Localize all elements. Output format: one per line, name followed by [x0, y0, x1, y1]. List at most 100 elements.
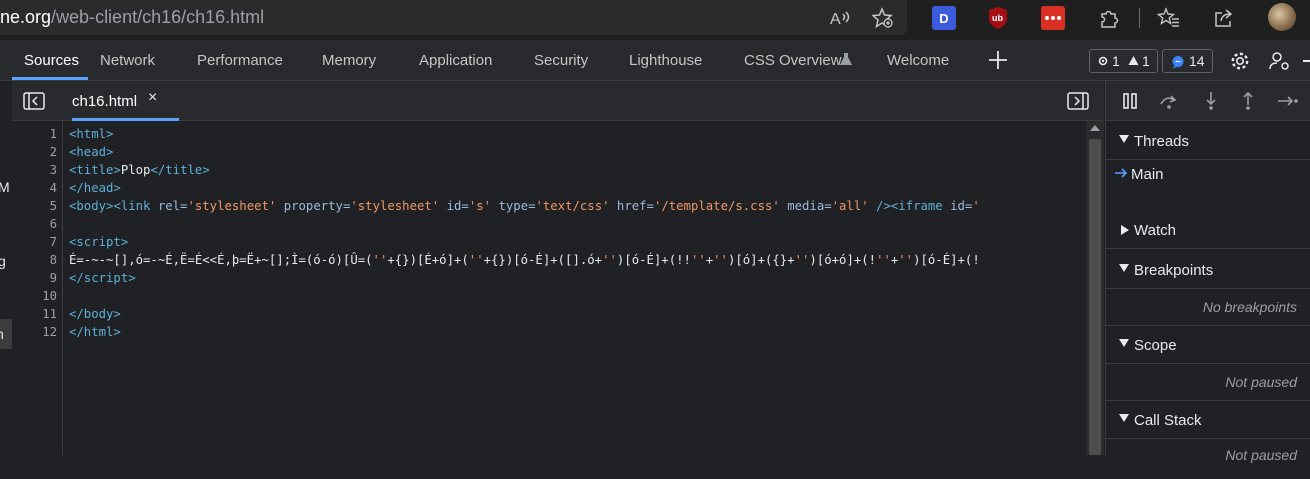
address-bar[interactable]: ne.org/web-client/ch16/ch16.html A [0, 0, 907, 35]
warning-count: 1 [1142, 53, 1150, 69]
message-count: 14 [1189, 53, 1205, 69]
code-line[interactable]: <head> [69, 145, 113, 159]
line-number[interactable]: 5 [50, 199, 57, 213]
file-tab-ch16[interactable]: ch16.html × [72, 81, 179, 120]
tab-security[interactable]: Security [534, 40, 588, 80]
code-token: 'all' [831, 199, 869, 213]
ublock-origin-icon[interactable]: ub [986, 6, 1010, 30]
empty-message: Not paused [1225, 374, 1297, 390]
step-over-icon[interactable] [1157, 89, 1181, 113]
more-tabs-plus-icon[interactable] [986, 48, 1010, 72]
tab-welcome[interactable]: Welcome [887, 40, 949, 80]
tab-css-overview[interactable]: CSS Overview [744, 40, 842, 80]
code-token: +{})[É+ó]+( [387, 253, 469, 267]
line-number[interactable]: 9 [50, 271, 57, 285]
code-token: media= [779, 199, 832, 213]
code-line[interactable]: <script> [69, 235, 128, 249]
tab-performance[interactable]: Performance [197, 40, 283, 80]
line-number[interactable]: 10 [42, 289, 57, 303]
line-number[interactable]: 11 [42, 307, 57, 321]
add-favorite-icon[interactable] [871, 6, 895, 30]
line-number[interactable]: 4 [50, 181, 57, 195]
code-line[interactable]: </body> [69, 307, 121, 321]
code-token: '' [898, 253, 914, 267]
threads-section-header[interactable]: Threads [1106, 122, 1310, 160]
pause-icon[interactable] [1118, 89, 1142, 113]
section-label: Breakpoints [1134, 262, 1214, 279]
code-token: <title> [69, 163, 121, 177]
navigator-item-text[interactable]: M [0, 179, 10, 195]
line-number[interactable]: 12 [42, 325, 57, 339]
extension-dots-icon[interactable] [1041, 6, 1065, 30]
navigator-item-text: h [0, 326, 4, 342]
step-into-icon[interactable] [1199, 89, 1223, 113]
empty-message: No breakpoints [1202, 299, 1297, 315]
line-number[interactable]: 2 [50, 145, 57, 159]
callstack-section-header[interactable]: Call Stack [1106, 401, 1310, 439]
code-line[interactable]: <html> [69, 127, 113, 141]
share-icon[interactable] [1212, 6, 1236, 30]
navigator-item-text[interactable]: g [0, 253, 6, 269]
code-token: <head> [69, 145, 114, 159]
editor-vertical-scrollbar[interactable] [1086, 121, 1104, 455]
line-number[interactable]: 3 [50, 163, 57, 177]
toolbar-separator [1139, 8, 1140, 28]
messages-counter[interactable]: 14 [1162, 49, 1213, 73]
navigator-selected-row[interactable]: h [0, 319, 12, 349]
issues-counter[interactable]: 1 1 [1089, 49, 1158, 73]
customize-devtools-icon[interactable] [1268, 49, 1292, 73]
url-text[interactable]: ne.org/web-client/ch16/ch16.html [0, 7, 264, 28]
code-line[interactable]: É=-~-~[],ó=-~É,Ë=É<<É,þ=Ë+~[];Ì=(ó-ó)[Û=… [69, 253, 980, 267]
line-number[interactable]: 1 [50, 127, 57, 141]
section-label: Threads [1134, 133, 1190, 150]
debugger-toolbar [1106, 81, 1310, 121]
code-token: '/template/s.css' [653, 199, 780, 213]
code-editor[interactable]: 1 2 3 4 5 6 7 8 9 10 11 12 <html> <head> <… [12, 121, 1086, 455]
settings-gear-icon[interactable] [1228, 49, 1252, 73]
scope-pane: Not paused [1106, 364, 1310, 401]
code-line[interactable]: <title>Plop</title> [69, 163, 210, 177]
code-line[interactable]: </html> [69, 325, 121, 339]
code-line[interactable]: <body><link rel='stylesheet' property='s… [69, 199, 980, 213]
experiment-flask-icon [838, 49, 854, 69]
code-token: '' [876, 253, 891, 267]
expanded-triangle-icon [1119, 414, 1129, 422]
scroll-up-arrow-icon[interactable] [1090, 125, 1100, 131]
scrollbar-thumb[interactable] [1089, 139, 1101, 455]
toggle-debugger-icon[interactable] [1066, 89, 1090, 113]
close-icon[interactable]: × [148, 89, 157, 107]
more-options-icon[interactable] [1302, 49, 1310, 73]
line-number[interactable]: 8 [50, 253, 57, 267]
breakpoints-section-header[interactable]: Breakpoints [1106, 251, 1310, 289]
toggle-navigator-icon[interactable] [22, 89, 46, 113]
section-label: Call Stack [1134, 412, 1202, 429]
line-number-gutter[interactable]: 1 2 3 4 5 6 7 8 9 10 11 12 [12, 121, 63, 455]
code-token: )[ó+ó]+(! [809, 253, 877, 267]
line-number[interactable]: 6 [50, 217, 57, 231]
step-out-icon[interactable] [1236, 89, 1260, 113]
collapsed-triangle-icon [1121, 225, 1129, 235]
extension-d-icon[interactable]: D [932, 6, 956, 30]
error-icon [1098, 54, 1108, 68]
extensions-puzzle-icon[interactable] [1097, 6, 1121, 30]
profile-avatar[interactable] [1268, 3, 1296, 31]
code-line[interactable]: </head> [69, 181, 121, 195]
tab-lighthouse[interactable]: Lighthouse [629, 40, 702, 80]
watch-section-header[interactable]: Watch [1106, 211, 1310, 249]
breakpoints-pane: No breakpoints [1106, 289, 1310, 326]
tab-network[interactable]: Network [100, 40, 155, 80]
code-line[interactable]: </script> [69, 271, 136, 285]
step-icon[interactable] [1275, 89, 1299, 113]
tab-memory[interactable]: Memory [322, 40, 376, 80]
favorites-icon[interactable] [1157, 6, 1181, 30]
code-token: /><iframe [868, 199, 951, 213]
scope-section-header[interactable]: Scope [1106, 326, 1310, 364]
tab-application[interactable]: Application [419, 40, 492, 80]
read-aloud-icon[interactable]: A [828, 6, 852, 30]
code-token: </body> [69, 307, 121, 321]
tab-sources[interactable]: Sources [24, 40, 79, 80]
line-number[interactable]: 7 [50, 235, 57, 249]
code-token: '' [690, 253, 706, 267]
thread-main[interactable]: Main [1131, 166, 1164, 183]
code-token: <body><link [69, 199, 158, 213]
